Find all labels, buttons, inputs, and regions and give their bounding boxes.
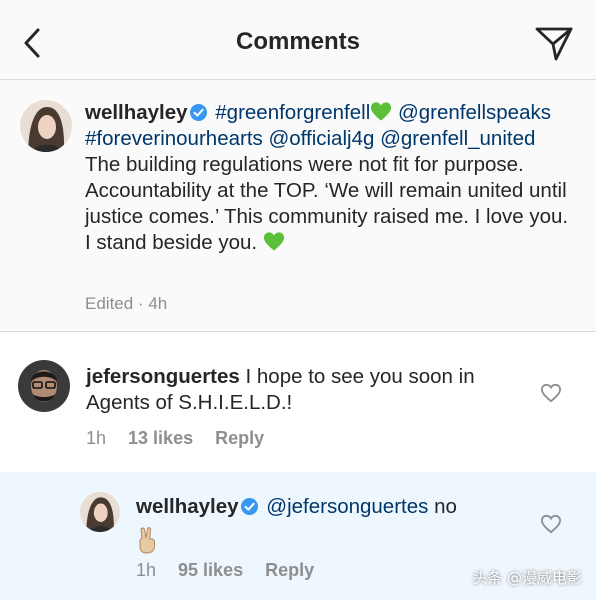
comment-body: no (434, 495, 457, 518)
edited-label: Edited (85, 294, 134, 313)
paper-plane-icon[interactable] (534, 24, 574, 62)
mention-link[interactable]: @grenfellspeaks (398, 101, 551, 124)
reply-button[interactable]: Reply (265, 560, 314, 580)
verified-badge-icon (240, 498, 258, 515)
comment: jefersonguertes I hope to see you soon i… (0, 332, 596, 472)
caption: wellhayley #greenforgrenfell @grenfellsp… (0, 80, 596, 332)
avatar[interactable] (20, 100, 72, 152)
caption-username[interactable]: wellhayley (85, 101, 188, 124)
avatar[interactable] (80, 492, 120, 532)
avatar[interactable] (18, 360, 70, 412)
timestamp: 1h (136, 560, 157, 580)
likes-count[interactable]: 13 likes (128, 428, 193, 448)
watermark: 头条 @漫威电影 (472, 569, 582, 587)
top-bar: Comments (0, 0, 596, 80)
verified-badge-icon (189, 104, 207, 121)
timestamp: 4h (148, 294, 168, 313)
mention-link[interactable]: @grenfell_united (380, 127, 535, 150)
comment-username[interactable]: jefersonguertes (86, 365, 240, 388)
green-heart-emoji (263, 232, 284, 251)
caption-meta: Edited · 4h (85, 294, 168, 313)
heart-icon[interactable] (540, 383, 562, 403)
comment-meta: 1h 13 likes Reply (86, 428, 286, 449)
caption-text: wellhayley #greenforgrenfell @grenfellsp… (85, 100, 575, 256)
victory-hand-emoji (139, 527, 155, 554)
timestamp: 1h (86, 428, 107, 448)
comment-text: wellhayley @jefersonguertes no (136, 494, 526, 554)
mention-link[interactable]: @officialj4g (268, 127, 374, 150)
comment-username[interactable]: wellhayley (136, 495, 239, 518)
caption-body: The building regulations were not fit fo… (85, 153, 569, 254)
page-title: Comments (235, 28, 361, 55)
hashtag-link[interactable]: #greenforgrenfell (215, 101, 370, 124)
hashtag-link[interactable]: #foreverinourhearts (85, 127, 263, 150)
mention-link[interactable]: @jefersonguertes (266, 495, 428, 518)
comment-meta: 1h 95 likes Reply (136, 560, 336, 581)
reply-button[interactable]: Reply (215, 428, 264, 448)
green-heart-emoji (371, 102, 392, 121)
comment-text: jefersonguertes I hope to see you soon i… (86, 364, 506, 416)
likes-count[interactable]: 95 likes (178, 560, 243, 580)
heart-icon[interactable] (540, 514, 562, 534)
